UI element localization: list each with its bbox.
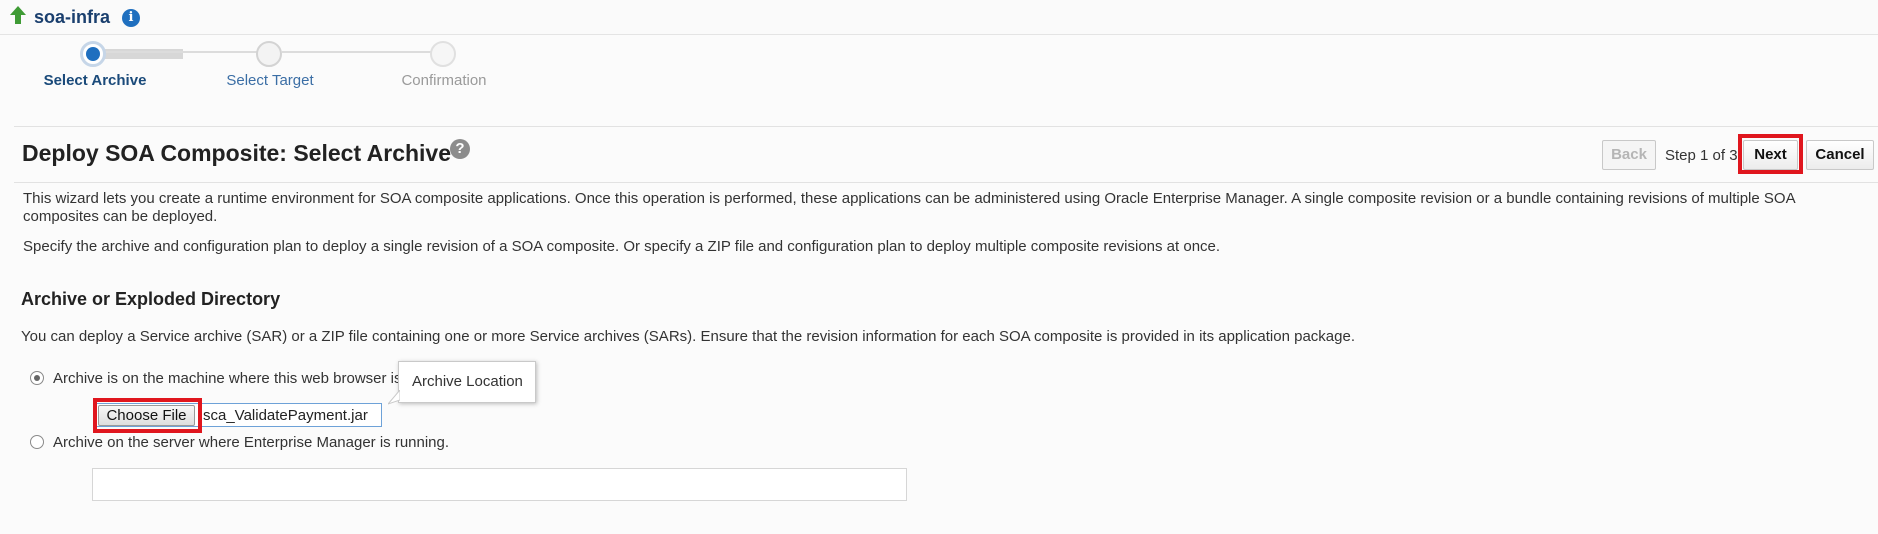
divider	[14, 182, 1878, 183]
train-connector	[103, 51, 263, 53]
server-archive-path-input[interactable]	[92, 468, 907, 501]
intro-text-line: This wizard lets you create a runtime en…	[23, 190, 1796, 207]
help-icon[interactable]: ?	[450, 139, 470, 159]
train-stop-select-archive[interactable]	[80, 41, 106, 67]
highlight-box-next	[1738, 134, 1803, 174]
train-label-confirmation: Confirmation	[401, 72, 487, 89]
intro-text-line: Specify the archive and configuration pl…	[23, 238, 1221, 255]
page-title: Deploy SOA Composite: Select Archive	[22, 140, 452, 166]
highlight-box-choose-file	[93, 398, 202, 433]
header-bar: soa-infra i	[0, 0, 1878, 35]
info-icon[interactable]: i	[122, 9, 140, 27]
section-title: Archive or Exploded Directory	[21, 289, 281, 309]
cancel-button[interactable]: Cancel	[1806, 140, 1874, 170]
radio-archive-local[interactable]	[30, 371, 44, 385]
tooltip-pointer-icon	[388, 390, 400, 405]
radio-archive-server-label[interactable]: Archive on the server where Enterprise M…	[53, 434, 449, 452]
train-label-select-archive[interactable]: Select Archive	[15, 72, 175, 89]
back-button: Back	[1602, 140, 1656, 170]
radio-selected-dot	[34, 375, 40, 381]
radio-archive-local-label[interactable]: Archive is on the machine where this web…	[53, 370, 402, 388]
train-stop-confirmation	[430, 41, 456, 67]
section-description: You can deploy a Service archive (SAR) o…	[21, 328, 1355, 345]
radio-archive-server[interactable]	[30, 435, 44, 449]
intro-text-line: composites can be deployed.	[23, 208, 218, 225]
train-connector	[282, 51, 442, 53]
tooltip-text: Archive Location	[412, 373, 523, 390]
selected-file-name: sca_ValidatePayment.jar	[203, 407, 368, 424]
archive-location-tooltip: Archive Location	[388, 361, 536, 405]
train-label-select-target[interactable]: Select Target	[190, 72, 350, 89]
up-arrow-icon[interactable]	[9, 5, 27, 25]
divider	[14, 126, 1878, 127]
train-stop-select-target[interactable]	[256, 41, 282, 67]
step-indicator: Step 1 of 3	[1665, 147, 1738, 164]
app-title[interactable]: soa-infra	[34, 7, 110, 28]
